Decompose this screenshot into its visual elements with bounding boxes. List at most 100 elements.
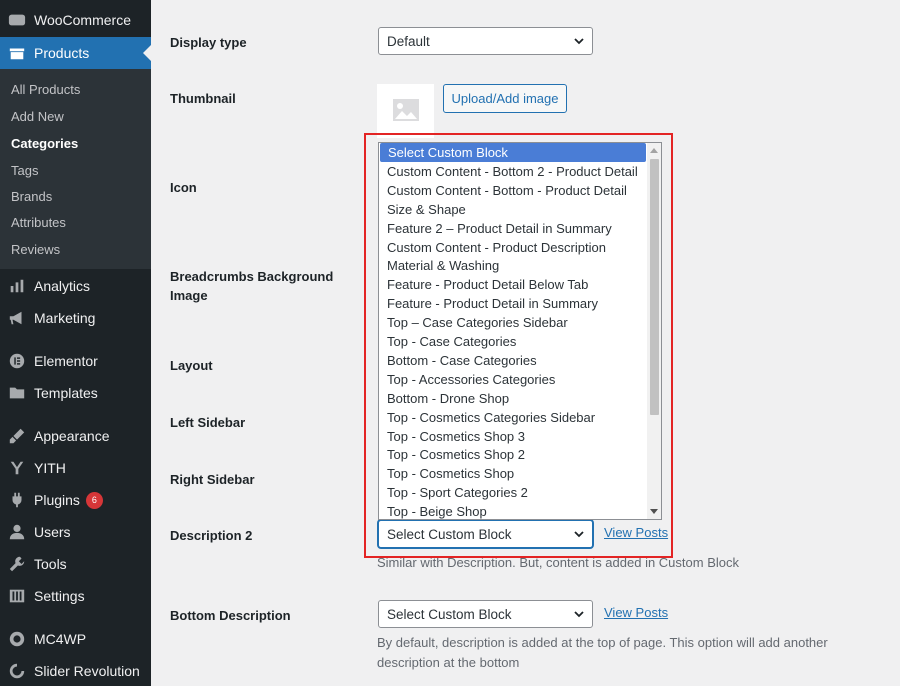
menu-label: Tools <box>34 556 67 572</box>
menu-label: Slider Revolution <box>34 663 140 679</box>
menu-products[interactable]: Products <box>0 37 151 69</box>
menu-slider-revolution[interactable]: Slider Revolution <box>0 655 151 686</box>
dropdown-option[interactable]: Custom Content - Bottom 2 - Product Deta… <box>379 162 647 181</box>
bottom-description-label: Bottom Description <box>170 608 291 623</box>
menu-label: WooCommerce <box>34 12 131 28</box>
dropdown-option[interactable]: Top - Case Categories <box>379 332 647 351</box>
submenu-all-products[interactable]: All Products <box>11 82 80 97</box>
upload-image-button[interactable]: Upload/Add image <box>443 84 567 113</box>
menu-yith[interactable]: YITH <box>0 452 151 484</box>
dropdown-option[interactable]: Bottom - Case Categories <box>379 351 647 370</box>
menu-label: Appearance <box>34 428 110 444</box>
menu-label: MC4WP <box>34 631 87 647</box>
right-sidebar-label: Right Sidebar <box>170 472 255 487</box>
menu-label: YITH <box>34 460 66 476</box>
slider-revolution-icon <box>0 662 34 680</box>
submenu-reviews[interactable]: Reviews <box>11 242 60 257</box>
yith-icon <box>0 459 34 477</box>
menu-label: Settings <box>34 588 85 604</box>
products-icon <box>0 44 34 62</box>
mc4wp-icon <box>0 630 34 648</box>
description2-select[interactable]: Select Custom Block <box>378 520 593 548</box>
scroll-down-arrow-icon[interactable] <box>650 509 658 514</box>
thumbnail-label: Thumbnail <box>170 91 236 106</box>
menu-label: Elementor <box>34 353 98 369</box>
bar-chart-icon <box>0 277 34 295</box>
products-submenu: All Products Add New Categories Tags Bra… <box>0 69 151 269</box>
chevron-down-icon <box>573 608 585 620</box>
chevron-down-icon <box>573 35 585 47</box>
chevron-down-icon <box>573 528 585 540</box>
menu-label: Marketing <box>34 310 96 326</box>
menu-users[interactable]: Users <box>0 516 151 548</box>
dropdown-option[interactable]: Bottom - Drone Shop <box>379 389 647 408</box>
dropdown-option[interactable]: Feature - Product Detail Below Tab <box>379 275 647 294</box>
submenu-attributes[interactable]: Attributes <box>11 215 66 230</box>
thumbnail-preview <box>377 84 434 138</box>
display-type-select[interactable]: Default <box>378 27 593 55</box>
menu-templates[interactable]: Templates <box>0 377 151 409</box>
menu-label: Templates <box>34 385 98 401</box>
megaphone-icon <box>0 309 34 327</box>
dropdown-option[interactable]: Top – Case Categories Sidebar <box>379 313 647 332</box>
bottom-description-select[interactable]: Select Custom Block <box>378 600 593 628</box>
dropdown-option[interactable]: Top - Cosmetics Shop 2 <box>379 445 647 464</box>
dropdown-option[interactable]: Top - Cosmetics Categories Sidebar <box>379 408 647 427</box>
select-value: Select Custom Block <box>387 526 512 542</box>
description2-help: Similar with Description. But, content i… <box>377 555 739 570</box>
scroll-up-arrow-icon[interactable] <box>650 148 658 153</box>
elementor-icon <box>0 352 34 370</box>
menu-analytics[interactable]: Analytics <box>0 270 151 302</box>
left-sidebar-label: Left Sidebar <box>170 415 246 430</box>
description2-label: Description 2 <box>170 528 253 543</box>
dropdown-option[interactable]: Material & Washing <box>379 256 647 275</box>
bottom-description-help-line2: description at the bottom <box>377 655 520 670</box>
plugins-update-badge: 6 <box>85 491 103 509</box>
dropdown-option[interactable]: Select Custom Block <box>380 143 646 162</box>
description2-view-posts-link[interactable]: View Posts <box>604 525 668 540</box>
settings-sliders-icon <box>0 587 34 605</box>
dropdown-option[interactable]: Top - Beige Shop <box>379 502 647 519</box>
menu-elementor[interactable]: Elementor <box>0 345 151 377</box>
dropdown-option[interactable]: Top - Cosmetics Shop 3 <box>379 427 647 446</box>
select-value: Select Custom Block <box>387 606 512 622</box>
dropdown-option[interactable]: Custom Content - Product Description <box>379 238 647 257</box>
menu-settings[interactable]: Settings <box>0 580 151 612</box>
folder-icon <box>0 384 34 402</box>
user-icon <box>0 523 34 541</box>
dropdown-option[interactable]: Top - Sport Categories 2 <box>379 483 647 502</box>
admin-sidebar: WooCommerce Products All Products Add Ne… <box>0 0 151 686</box>
menu-label: Plugins <box>34 492 80 508</box>
bottom-description-help-line1: By default, description is added at the … <box>377 635 828 650</box>
menu-woocommerce[interactable]: WooCommerce <box>0 4 151 36</box>
menu-plugins[interactable]: Plugins 6 <box>0 484 151 516</box>
display-type-label: Display type <box>170 35 247 50</box>
breadcrumbs-bg-label-line2: Image <box>170 288 208 303</box>
custom-block-dropdown-list[interactable]: Select Custom Block Custom Content - Bott… <box>378 142 662 520</box>
wrench-icon <box>0 555 34 573</box>
submenu-brands[interactable]: Brands <box>11 189 52 204</box>
bottom-description-view-posts-link[interactable]: View Posts <box>604 605 668 620</box>
image-placeholder-icon <box>392 98 420 125</box>
scrollbar-thumb[interactable] <box>650 159 659 415</box>
paintbrush-icon <box>0 427 34 445</box>
dropdown-option[interactable]: Top - Cosmetics Shop <box>379 464 647 483</box>
submenu-categories[interactable]: Categories <box>11 136 78 151</box>
dropdown-option[interactable]: Feature 2 – Product Detail in Summary <box>379 219 647 238</box>
menu-marketing[interactable]: Marketing <box>0 302 151 334</box>
submenu-tags[interactable]: Tags <box>11 163 38 178</box>
dropdown-option[interactable]: Top - Accessories Categories <box>379 370 647 389</box>
woocommerce-icon <box>0 11 34 29</box>
menu-appearance[interactable]: Appearance <box>0 420 151 452</box>
dropdown-option[interactable]: Feature - Product Detail in Summary <box>379 294 647 313</box>
icon-label: Icon <box>170 180 197 195</box>
dropdown-option[interactable]: Custom Content - Bottom - Product Detail <box>379 181 647 200</box>
submenu-add-new[interactable]: Add New <box>11 109 64 124</box>
dropdown-scrollbar[interactable] <box>647 143 661 519</box>
menu-tools[interactable]: Tools <box>0 548 151 580</box>
menu-label: Users <box>34 524 71 540</box>
menu-label: Analytics <box>34 278 91 294</box>
menu-label: Products <box>34 45 90 61</box>
dropdown-option[interactable]: Size & Shape <box>379 200 647 219</box>
menu-mc4wp[interactable]: MC4WP <box>0 623 151 655</box>
